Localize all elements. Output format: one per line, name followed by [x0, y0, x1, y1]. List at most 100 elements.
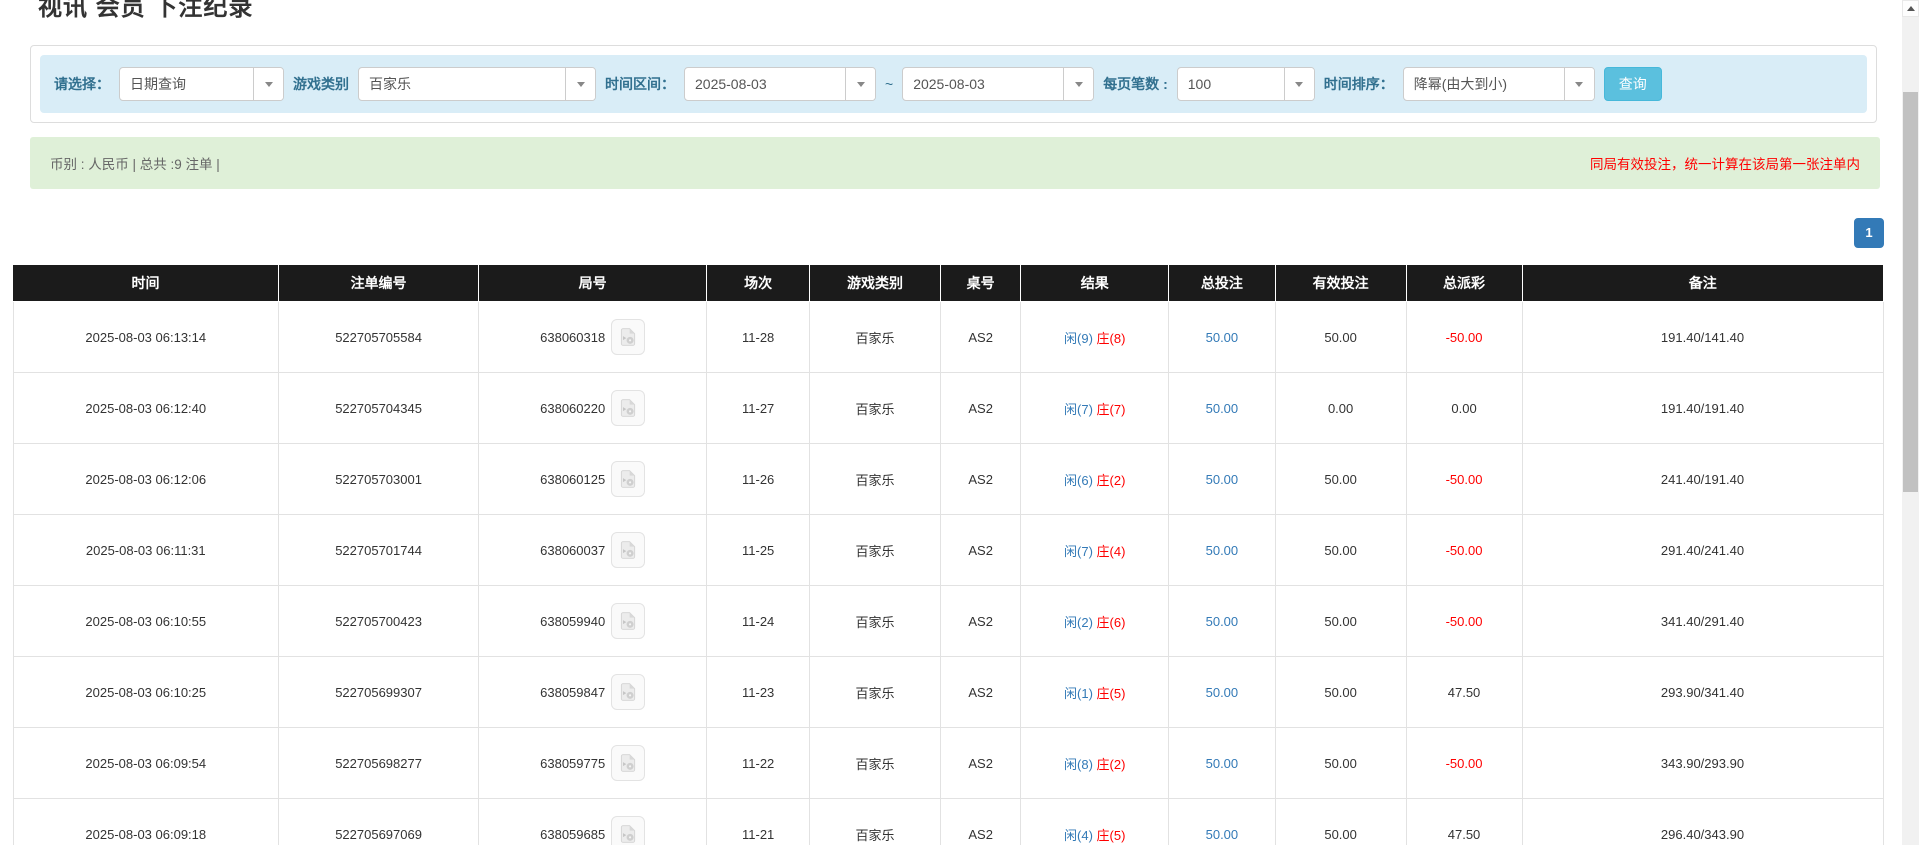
total-bet-link[interactable]: 50.00 — [1206, 472, 1239, 487]
cell-time: 2025-08-03 06:12:40 — [12, 372, 280, 444]
game-type-select[interactable]: 百家乐 — [358, 67, 596, 101]
date-from-select[interactable]: 2025-08-03 — [684, 67, 876, 101]
video-replay-button[interactable] — [611, 816, 646, 845]
table-header-row: 时间 注单编号 局号 场次 游戏类别 桌号 结果 总投注 有效投注 总派彩 备注 — [13, 265, 1883, 302]
cell-session: 11-28 — [706, 301, 811, 373]
total-bet-link[interactable]: 50.00 — [1206, 827, 1239, 842]
video-replay-button[interactable] — [611, 390, 646, 426]
pagination: 1 — [12, 218, 1884, 248]
cell-remark: 293.90/341.40 — [1521, 656, 1884, 728]
cell-time: 2025-08-03 06:12:06 — [12, 443, 280, 515]
page-size-select[interactable]: 100 — [1176, 67, 1315, 101]
cell-bet-id: 522705703001 — [278, 443, 480, 515]
video-replay-button[interactable] — [611, 461, 646, 497]
cell-remark: 296.40/343.90 — [1521, 798, 1884, 845]
filter-panel: 请选择： 日期查询 游戏类别 百家乐 时间区间： 2025-08-03 ~ 20… — [30, 45, 1877, 123]
cell-total-bet: 50.00 — [1168, 585, 1276, 657]
result-player: 闲(4) — [1064, 827, 1093, 843]
scroll-up-arrow-icon[interactable] — [1902, 0, 1919, 17]
video-replay-button[interactable] — [611, 674, 646, 710]
cell-total-bet: 50.00 — [1168, 798, 1276, 845]
result-player: 闲(7) — [1064, 401, 1093, 417]
cell-remark: 191.40/191.40 — [1521, 372, 1884, 444]
cell-valid-bet: 50.00 — [1274, 443, 1407, 515]
video-replay-icon — [621, 541, 636, 559]
total-bet-link[interactable]: 50.00 — [1206, 685, 1239, 700]
page-1-button[interactable]: 1 — [1854, 218, 1884, 248]
date-to-select[interactable]: 2025-08-03 — [902, 67, 1095, 101]
cell-payout: 47.50 — [1405, 798, 1523, 845]
video-replay-icon — [621, 470, 636, 488]
cell-remark: 343.90/293.90 — [1521, 727, 1884, 799]
cell-remark: 191.40/141.40 — [1521, 301, 1884, 373]
cell-payout: -50.00 — [1405, 585, 1523, 657]
cell-total-bet: 50.00 — [1168, 514, 1276, 586]
result-player: 闲(9) — [1064, 330, 1093, 346]
chevron-down-icon — [1283, 68, 1314, 100]
cell-payout: -50.00 — [1405, 443, 1523, 515]
scrollbar-thumb[interactable] — [1903, 92, 1918, 492]
video-replay-button[interactable] — [611, 532, 646, 568]
page-size-label: 每页笔数 : — [1103, 76, 1168, 92]
cell-valid-bet: 50.00 — [1274, 585, 1407, 657]
vertical-scrollbar[interactable] — [1902, 0, 1919, 845]
table-row: 2025-08-03 06:12:06 522705703001 638060125… — [12, 443, 1884, 515]
cell-game-type: 百家乐 — [809, 585, 941, 657]
cell-time: 2025-08-03 06:13:14 — [12, 301, 280, 373]
cell-round: 638059847 — [478, 656, 708, 728]
cell-round: 638059685 — [478, 798, 708, 845]
cell-result: 闲(8) 庄(2) — [1020, 727, 1170, 799]
column-header: 总投注 — [1168, 265, 1276, 302]
total-bet-link[interactable]: 50.00 — [1206, 614, 1239, 629]
video-replay-button[interactable] — [611, 319, 646, 355]
cell-total-bet: 50.00 — [1168, 727, 1276, 799]
cell-bet-id: 522705700423 — [278, 585, 480, 657]
video-replay-icon — [621, 825, 636, 843]
cell-bet-id: 522705699307 — [278, 656, 480, 728]
column-header: 有效投注 — [1275, 265, 1407, 302]
video-replay-button[interactable] — [611, 745, 646, 781]
total-bet-link[interactable]: 50.00 — [1206, 330, 1239, 345]
cell-result: 闲(7) 庄(7) — [1020, 372, 1170, 444]
cell-game-type: 百家乐 — [809, 727, 941, 799]
chevron-down-icon — [1563, 68, 1594, 100]
cell-game-type: 百家乐 — [809, 301, 941, 373]
cell-bet-id: 522705698277 — [278, 727, 480, 799]
result-player: 闲(1) — [1064, 685, 1093, 701]
range-separator: ~ — [885, 76, 894, 92]
game-type-value: 百家乐 — [369, 76, 411, 92]
column-header: 桌号 — [940, 265, 1022, 302]
total-bet-link[interactable]: 50.00 — [1206, 756, 1239, 771]
total-bet-link[interactable]: 50.00 — [1206, 401, 1239, 416]
valid-bet-notice: 同局有效投注，统一计算在该局第一张注单内 — [1590, 157, 1860, 172]
cell-valid-bet: 50.00 — [1274, 727, 1407, 799]
table-row: 2025-08-03 06:10:25 522705699307 638059847… — [12, 656, 1884, 728]
time-sort-select[interactable]: 降幂(由大到小) — [1402, 67, 1595, 101]
cell-payout: -50.00 — [1405, 514, 1523, 586]
round-number: 638059775 — [540, 755, 606, 771]
cell-round: 638060125 — [478, 443, 708, 515]
column-header: 时间 — [13, 265, 280, 302]
column-header: 注单编号 — [278, 265, 480, 302]
result-banker: 庄(5) — [1096, 827, 1126, 843]
total-bet-link[interactable]: 50.00 — [1206, 543, 1239, 558]
column-header: 总派彩 — [1406, 265, 1523, 302]
cell-valid-bet: 50.00 — [1274, 798, 1407, 845]
query-type-select[interactable]: 日期查询 — [119, 67, 284, 101]
query-button[interactable]: 查询 — [1603, 67, 1662, 101]
video-replay-button[interactable] — [611, 603, 646, 639]
table-body: 2025-08-03 06:13:14 522705705584 638060318… — [12, 301, 1884, 845]
cell-remark: 241.40/191.40 — [1521, 443, 1884, 515]
cell-round: 638060220 — [478, 372, 708, 444]
video-replay-icon — [621, 683, 636, 701]
result-banker: 庄(8) — [1096, 330, 1126, 346]
game-type-label: 游戏类别 — [293, 76, 349, 92]
result-player: 闲(2) — [1064, 614, 1093, 630]
table-row: 2025-08-03 06:12:40 522705704345 638060220… — [12, 372, 1884, 444]
query-type-value: 日期查询 — [130, 76, 186, 92]
page-size-value: 100 — [1187, 76, 1212, 92]
select-type-label: 请选择： — [54, 76, 110, 92]
currency-summary-text: 币别 : 人民币 | 总共 :9 注单 | — [50, 157, 220, 172]
cell-valid-bet: 50.00 — [1274, 514, 1407, 586]
round-number: 638059940 — [540, 613, 606, 629]
